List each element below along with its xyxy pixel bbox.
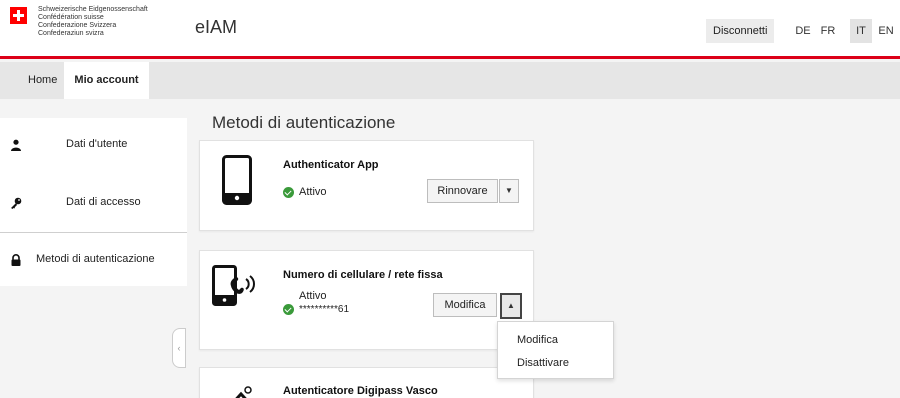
edit-button[interactable]: Modifica bbox=[433, 293, 497, 317]
menu-item-disable[interactable]: Disattivare bbox=[517, 357, 569, 369]
sidebar-item-user-data[interactable]: Dati d'utente bbox=[0, 118, 187, 174]
sidebar-item-label: Dati di accesso bbox=[66, 196, 141, 208]
masked-phone-number: **********61 bbox=[299, 304, 350, 315]
menu-item-edit[interactable]: Modifica bbox=[517, 334, 558, 346]
sidebar-item-label: Metodi di autenticazione bbox=[36, 253, 155, 265]
nav-home[interactable]: Home bbox=[28, 62, 57, 99]
token-icon bbox=[226, 386, 256, 398]
sidebar-item-auth-methods[interactable]: Metodi di autenticazione bbox=[0, 232, 187, 288]
edit-dropdown-menu: Modifica Disattivare bbox=[497, 321, 614, 379]
app-title: eIAM bbox=[195, 17, 238, 37]
smartphone-icon bbox=[222, 155, 252, 205]
language-en[interactable]: EN bbox=[875, 19, 897, 43]
sidebar: Dati d'utente Dati di accesso Metodi di … bbox=[0, 118, 187, 286]
confederation-line: Schweizerische Eidgenossenschaft bbox=[38, 6, 148, 13]
confederation-line: Confédération suisse bbox=[38, 14, 104, 21]
renew-dropdown-toggle[interactable]: ▼ bbox=[499, 179, 519, 203]
confederation-wordmark: Schweizerische Eidgenossenschaft Confédé… bbox=[38, 6, 148, 38]
header: Schweizerische Eidgenossenschaft Confédé… bbox=[0, 0, 900, 59]
check-circle-icon bbox=[283, 304, 294, 315]
chevron-up-icon: ▲ bbox=[507, 301, 515, 310]
logout-button[interactable]: Disconnetti bbox=[706, 19, 775, 43]
card-title: Numero di cellulare / rete fissa bbox=[283, 269, 443, 281]
lock-icon bbox=[10, 254, 22, 266]
language-fr[interactable]: FR bbox=[817, 19, 839, 43]
key-icon bbox=[10, 197, 22, 209]
language-it[interactable]: IT bbox=[850, 19, 872, 43]
status-text: Attivo bbox=[299, 186, 327, 198]
edit-dropdown-toggle[interactable]: ▲ bbox=[500, 293, 522, 319]
sidebar-item-label: Dati d'utente bbox=[66, 138, 128, 150]
auth-method-card: Numero di cellulare / rete fissa Attivo … bbox=[199, 250, 534, 350]
renew-button[interactable]: Rinnovare bbox=[427, 179, 498, 203]
phone-call-icon bbox=[212, 265, 258, 307]
auth-method-card: Authenticator App Attivo Rinnovare ▼ bbox=[199, 140, 534, 231]
top-navigation: Home Mio account bbox=[0, 62, 900, 99]
status-text: Attivo bbox=[299, 290, 327, 302]
confederation-line: Confederazione Svizzera bbox=[38, 22, 117, 29]
chevron-left-icon: ‹ bbox=[177, 343, 181, 353]
check-circle-icon bbox=[283, 187, 294, 198]
user-icon bbox=[10, 139, 22, 151]
auth-method-card: Autenticatore Digipass Vasco bbox=[199, 367, 534, 398]
page-title: Metodi di autenticazione bbox=[212, 113, 396, 132]
language-de[interactable]: DE bbox=[792, 19, 814, 43]
card-title: Authenticator App bbox=[283, 159, 379, 171]
collapse-sidebar-button[interactable]: ‹ bbox=[172, 328, 186, 368]
card-title: Autenticatore Digipass Vasco bbox=[283, 385, 438, 397]
nav-my-account[interactable]: Mio account bbox=[64, 62, 149, 99]
confederation-line: Confederaziun svizra bbox=[38, 30, 104, 37]
chevron-down-icon: ▼ bbox=[505, 186, 513, 195]
swiss-flag-logo bbox=[10, 7, 27, 24]
sidebar-item-access-data[interactable]: Dati di accesso bbox=[0, 175, 187, 231]
